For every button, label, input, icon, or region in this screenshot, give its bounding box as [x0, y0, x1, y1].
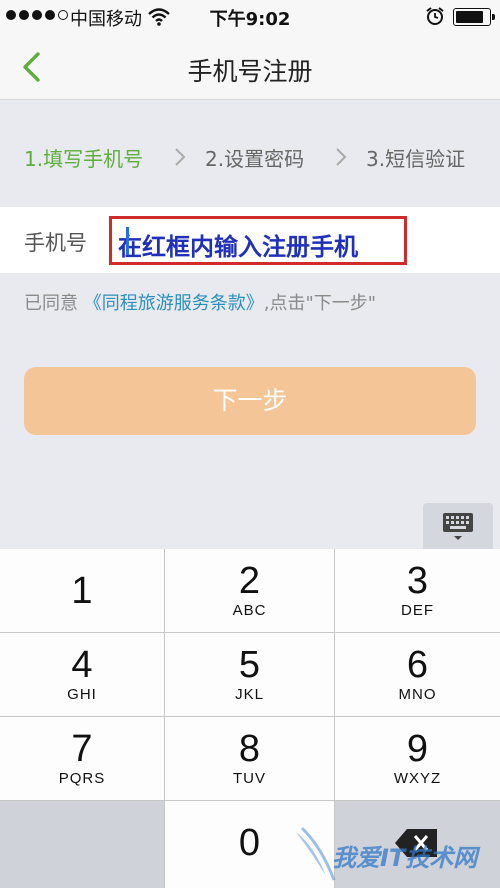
keyboard-toggle-button[interactable] [423, 503, 493, 549]
key-letters: PQRS [58, 770, 106, 787]
key-blank [0, 801, 165, 888]
keyboard-icon [443, 513, 473, 540]
step-sms-verify: 3.短信验证 [366, 147, 466, 171]
key-5[interactable]: 5 JKL [165, 633, 335, 717]
key-number: 4 [71, 644, 93, 686]
key-4[interactable]: 4 GHI [0, 633, 165, 717]
phone-row: 手机号 在红框内输入注册手机 [0, 207, 500, 273]
agreement-prefix: 已同意 [24, 293, 78, 314]
key-letters: TUV [233, 770, 266, 787]
key-number: 1 [71, 570, 93, 612]
step-indicator: 1.填写手机号 2.设置密码 3.短信验证 [0, 140, 500, 174]
key-7[interactable]: 7 PQRS [0, 717, 165, 801]
key-number: 5 [238, 644, 261, 686]
key-number: 8 [238, 728, 261, 770]
key-2[interactable]: 2 ABC [165, 549, 335, 633]
delete-icon [394, 829, 437, 857]
step-fill-phone: 1.填写手机号 [24, 147, 144, 171]
battery-icon [453, 8, 495, 26]
key-3[interactable]: 3 DEF [335, 549, 500, 633]
agreement-suffix: ,点击"下一步" [263, 293, 377, 314]
key-letters: WXYZ [393, 770, 442, 787]
numeric-keypad: 1 2 ABC 3 DEF 4 GHI 5 JKL 6 MNO 7 PQRS 8 TUV 9W… [0, 549, 500, 888]
next-step-button[interactable]: 下一步 [24, 367, 476, 435]
phone-label: 手机号 [24, 231, 87, 255]
step-chevron-icon [175, 148, 186, 166]
key-number: 7 [71, 728, 93, 770]
key-letters: DEF [401, 602, 434, 619]
delete-key[interactable] [335, 801, 500, 888]
key-number: 2 [238, 560, 261, 602]
phone-input[interactable]: 在红框内输入注册手机 [109, 216, 407, 265]
key-8[interactable]: 8 TUV [165, 717, 335, 801]
step-set-password: 2.设置密码 [205, 147, 305, 171]
key-number: 0 [238, 822, 261, 864]
status-bar: 中国移动 下午9:02 [0, 0, 500, 34]
key-0[interactable]: 0 [165, 801, 335, 888]
terms-link[interactable]: 《同程旅游服务条款》 [84, 293, 264, 314]
key-letters: JKL [235, 686, 264, 703]
page-title: 手机号注册 [187, 57, 313, 86]
text-cursor [126, 227, 129, 255]
key-letters: MNO [398, 686, 437, 703]
alarm-icon [425, 6, 445, 31]
key-letters: ABC [232, 602, 267, 619]
agreement-text: 已同意 《同程旅游服务条款》,点击"下一步" [24, 289, 376, 315]
key-1[interactable]: 1 [0, 549, 165, 633]
key-letters: GHI [67, 686, 97, 703]
key-6[interactable]: 6 MNO [335, 633, 500, 717]
key-9[interactable]: 9 WXYZ [335, 717, 500, 801]
battery-fill [456, 11, 483, 23]
nav-bar: 手机号注册 [0, 34, 500, 100]
key-number: 9 [406, 728, 429, 770]
key-number: 6 [406, 644, 429, 686]
key-number: 3 [406, 560, 429, 602]
step-chevron-icon [336, 148, 347, 166]
phone-input-value: 在红框内输入注册手机 [118, 233, 358, 261]
